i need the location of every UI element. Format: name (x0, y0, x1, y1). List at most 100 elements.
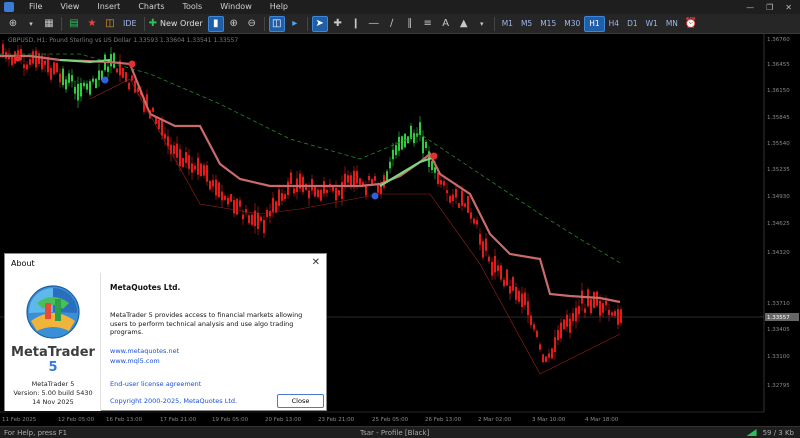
copyright-link[interactable]: Copyright 2000-2025, MetaQuotes Ltd. (110, 397, 237, 405)
timeframe-h4[interactable]: H4 (605, 16, 623, 32)
chart-type-icon[interactable]: ⊕ (5, 16, 21, 32)
candle-body (23, 64, 25, 69)
candle-body (491, 261, 493, 276)
candle-body (347, 175, 349, 183)
candle-body (524, 292, 526, 306)
candle-body (26, 64, 28, 70)
time-label: 2 Mar 02:00 (478, 417, 512, 423)
candle-body (179, 149, 181, 167)
candle-body (497, 265, 499, 271)
candle-body (245, 209, 247, 213)
menu-insert[interactable]: Insert (88, 0, 129, 14)
price-label: 1.36455 (767, 62, 790, 68)
candle-body (392, 149, 394, 160)
tile-windows-icon[interactable]: ◫ (268, 15, 285, 32)
candle-body (488, 256, 490, 262)
menu-file[interactable]: File (20, 0, 51, 14)
menu-view[interactable]: View (51, 0, 88, 14)
dialog-title: About (5, 254, 326, 272)
minimize-icon[interactable]: — (746, 3, 754, 12)
candle-body (407, 136, 409, 144)
timeframe-d1[interactable]: D1 (623, 16, 642, 32)
timeframe-m15[interactable]: M15 (536, 16, 560, 32)
cursor-icon[interactable]: ➤ (311, 15, 328, 32)
timeframe-w1[interactable]: W1 (642, 16, 662, 32)
timeframe-m1[interactable]: M1 (498, 16, 517, 32)
separator (306, 16, 308, 31)
window-controls: — ❐ ✕ (746, 3, 800, 12)
timeframe-m30[interactable]: M30 (560, 16, 584, 32)
candle-body (398, 136, 400, 151)
timeframe-mn[interactable]: MN (662, 16, 682, 32)
candle-body (479, 233, 481, 245)
text-icon[interactable]: A (438, 16, 454, 32)
dialog-close-icon[interactable]: ✕ (312, 257, 320, 268)
menu-help[interactable]: Help (261, 0, 297, 14)
template-icon[interactable]: ▦ (41, 16, 57, 32)
vertical-line-icon[interactable]: ❙ (348, 16, 364, 32)
trendline-icon[interactable]: ∕ (384, 16, 400, 32)
candle-body (317, 189, 319, 197)
alarm-clock-icon[interactable]: ⏰ (683, 16, 699, 32)
shapes-icon[interactable]: ▲ (456, 16, 472, 32)
auto-scroll-icon[interactable]: ▸ (287, 16, 303, 32)
candle-body (485, 238, 487, 251)
help-text: For Help, press F1 (4, 428, 68, 437)
candle-body (611, 312, 613, 316)
candle-body (359, 178, 361, 185)
menu-charts[interactable]: Charts (129, 0, 173, 14)
restore-icon[interactable]: ❐ (766, 3, 773, 12)
metaquotes-link[interactable]: www.metaquotes.net (110, 347, 179, 355)
candle-body (59, 73, 61, 83)
candle-body (224, 195, 226, 200)
folder-icon[interactable]: ◫ (102, 16, 118, 32)
market-watch-icon[interactable]: ★ (84, 16, 100, 32)
channel-icon[interactable]: ∥ (402, 16, 418, 32)
close-icon[interactable]: ✕ (785, 3, 792, 12)
candle-body (602, 303, 604, 313)
price-label: 1.33100 (767, 354, 790, 360)
zoom-in-icon[interactable]: ⊕ (226, 16, 242, 32)
status-bar: For Help, press F1 Tsar - Profile [Black… (0, 426, 800, 438)
candle-body (419, 122, 421, 136)
connection-icon (746, 429, 757, 436)
menu-tools[interactable]: Tools (173, 0, 211, 14)
candle-body (323, 181, 325, 194)
dropdown-icon[interactable]: ▾ (474, 16, 490, 32)
candle-body (563, 319, 565, 330)
fibonacci-icon[interactable]: ≡ (420, 16, 436, 32)
candle-body (437, 172, 439, 184)
candle-body (512, 277, 514, 291)
mql5-link[interactable]: www.mql5.com (110, 357, 160, 365)
company-name: MetaQuotes Ltd. (110, 283, 181, 292)
candle-body (311, 178, 313, 191)
candle-body (194, 165, 196, 170)
new-order-button[interactable]: ✚ New Order (149, 16, 206, 32)
timeframe-m5[interactable]: M5 (517, 16, 536, 32)
candle-body (395, 145, 397, 156)
metatrader-logo-icon (26, 285, 80, 339)
candle-body (83, 82, 85, 87)
candle-body (530, 315, 532, 326)
candle-body (89, 81, 91, 95)
candle-body (578, 305, 580, 315)
dropdown-icon[interactable]: ▾ (23, 16, 39, 32)
candle-body (518, 290, 520, 302)
algo-trading-icon[interactable]: ▤ (66, 16, 82, 32)
close-button[interactable]: Close (277, 394, 324, 408)
license-link[interactable]: End-user license agreement (110, 380, 201, 388)
menu-window[interactable]: Window (211, 0, 261, 14)
candle-body (338, 190, 340, 196)
timeframe-h1[interactable]: H1 (584, 15, 605, 32)
candle-body (455, 189, 457, 198)
crosshair-icon[interactable]: ✚ (330, 16, 346, 32)
zoom-out-icon[interactable]: ⊖ (244, 16, 260, 32)
candle-body (503, 279, 505, 287)
separator (493, 16, 495, 31)
candle-body (269, 211, 271, 217)
time-label: 16 Feb 13:00 (106, 417, 143, 423)
ide-button[interactable]: IDE (120, 16, 140, 32)
time-label: 11 Feb 2025 (2, 417, 37, 423)
candlestick-icon[interactable]: ▮ (207, 15, 224, 32)
horizontal-line-icon[interactable]: ― (366, 16, 382, 32)
